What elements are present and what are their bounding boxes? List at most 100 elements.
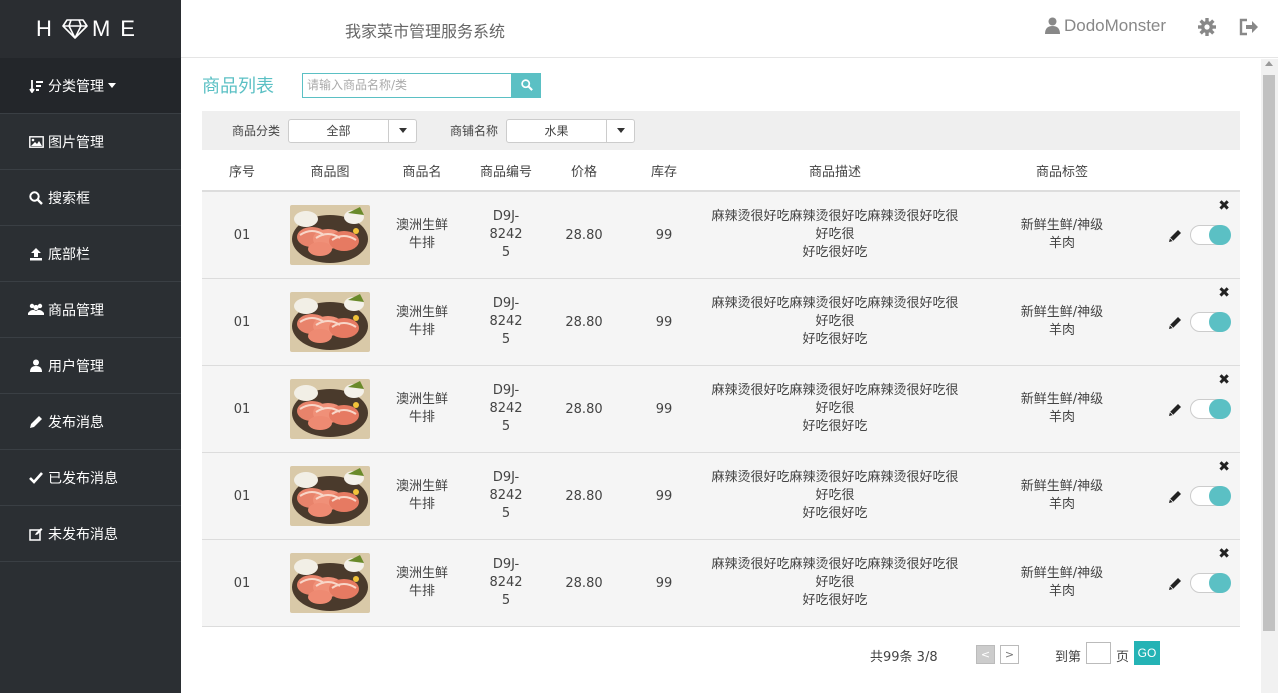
delete-icon[interactable]: ✖ [1218,285,1230,301]
scrollbar-thumb[interactable] [1263,75,1275,631]
column-header-actions [1160,150,1240,192]
filter-bar: 商品分类 全部 商铺名称 水果 [202,111,1240,150]
steak-image [290,379,370,439]
shop-select[interactable]: 水果 [506,118,636,143]
top-header: 我家菜市管理服务系统 DodoMonster [181,0,1278,58]
image-icon [28,134,44,150]
product-code: D9J- 8242 5 [489,557,523,608]
edit-icon [28,526,44,542]
enable-toggle[interactable] [1190,573,1231,593]
edit-pencil-icon[interactable] [1168,577,1182,595]
sidebar: H ME 分类管理 图片管理 搜索框 底部栏 商品管理 用户管理 发布消息 已发… [0,0,181,693]
sidebar-item-published[interactable]: 已发布消息 [0,450,181,506]
row-actions: ✖ [1160,191,1240,279]
goods-table: 序号 商品图 商品名 商品编号 价格 库存 商品描述 商品标签 01 澳洲生鲜 … [202,150,1240,627]
column-header: 价格 [546,150,622,192]
chevron-down-icon [606,119,634,142]
product-tag: 新鲜生鲜/神级 羊肉 [1020,479,1104,512]
sidebar-item-goods[interactable]: 商品管理 [0,282,181,338]
product-stock: 99 [655,401,673,417]
sidebar-item-label: 图片管理 [48,134,104,151]
delete-icon[interactable]: ✖ [1218,372,1230,388]
shop-select-value: 水果 [544,124,569,138]
toggle-knob [1209,486,1231,506]
sidebar-item-footer[interactable]: 底部栏 [0,226,181,282]
product-description: 麻辣烫很好吃麻辣烫很好吃麻辣烫很好吃很好吃很 好吃很好吃 [711,209,959,260]
brand-logo[interactable]: H ME [0,0,181,58]
row-index: 01 [233,227,251,243]
edit-pencil-icon[interactable] [1168,490,1182,508]
product-description: 麻辣烫很好吃麻辣烫很好吃麻辣烫很好吃很好吃很 好吃很好吃 [711,296,959,347]
edit-pencil-icon[interactable] [1168,229,1182,247]
sidebar-item-users[interactable]: 用户管理 [0,338,181,394]
upload-icon [28,246,44,262]
product-name: 澳洲生鲜 牛排 [395,218,448,251]
search-bar [302,72,541,98]
row-index: 01 [233,575,251,591]
next-page-button[interactable]: > [1000,645,1019,664]
logout-icon[interactable] [1239,18,1259,40]
pagination: 共99条 3/8 < > 到第 页 GO [202,639,1240,669]
enable-toggle[interactable] [1190,225,1231,245]
sidebar-item-label: 发布消息 [48,414,104,431]
pencil-icon [28,414,44,430]
table-row: 01 澳洲生鲜 牛排 D9J- 8242 5 28.80 99 麻辣烫很好吃麻辣… [202,365,1240,453]
sidebar-item-unpublished[interactable]: 未发布消息 [0,506,181,562]
sidebar-item-images[interactable]: 图片管理 [0,114,181,170]
sidebar-item-publish[interactable]: 发布消息 [0,394,181,450]
product-thumbnail [282,540,378,627]
enable-toggle[interactable] [1190,312,1231,332]
toggle-knob [1209,225,1231,245]
page-header: 商品列表 [202,59,1240,111]
search-icon [28,190,44,206]
check-icon [28,470,44,486]
search-icon [520,79,533,91]
delete-icon[interactable]: ✖ [1218,198,1230,214]
category-select[interactable]: 全部 [288,118,418,143]
category-filter-label: 商品分类 [232,124,281,138]
enable-toggle[interactable] [1190,486,1231,506]
go-button[interactable]: GO [1134,641,1160,665]
page-number-input[interactable] [1086,642,1111,664]
table-row: 01 澳洲生鲜 牛排 D9J- 8242 5 28.80 99 麻辣烫很好吃麻辣… [202,278,1240,366]
product-stock: 99 [655,575,673,591]
product-thumbnail [282,191,378,279]
product-name: 澳洲生鲜 牛排 [395,479,448,512]
user-menu[interactable]: DodoMonster [1045,16,1166,36]
product-name: 澳洲生鲜 牛排 [395,392,448,425]
edit-pencil-icon[interactable] [1168,403,1182,421]
delete-icon[interactable]: ✖ [1218,546,1230,562]
product-name: 澳洲生鲜 牛排 [395,305,448,338]
enable-toggle[interactable] [1190,399,1231,419]
product-code: D9J- 8242 5 [489,296,523,347]
column-header: 商品标签 [964,150,1160,192]
sidebar-item-label: 分类管理 [48,78,104,95]
sidebar-item-label: 搜索框 [48,190,90,207]
category-select-value: 全部 [326,124,351,138]
user-icon [28,358,44,374]
sidebar-item-category[interactable]: 分类管理 [0,58,181,114]
sidebar-item-searchbox[interactable]: 搜索框 [0,170,181,226]
delete-icon[interactable]: ✖ [1218,459,1230,475]
column-header: 商品名 [378,150,466,192]
sidebar-item-label: 用户管理 [48,358,104,375]
chevron-down-icon [388,119,416,142]
prev-page-button[interactable]: < [976,645,995,664]
table-row: 01 澳洲生鲜 牛排 D9J- 8242 5 28.80 99 麻辣烫很好吃麻辣… [202,191,1240,279]
product-tag: 新鲜生鲜/神级 羊肉 [1020,218,1104,251]
gear-icon[interactable] [1197,17,1217,41]
search-button[interactable] [512,72,541,98]
brand-right: ME [91,16,145,41]
product-price: 28.80 [565,401,603,417]
edit-pencil-icon[interactable] [1168,316,1182,334]
sidebar-item-label: 商品管理 [48,302,104,319]
sort-icon [28,78,44,94]
product-name: 澳洲生鲜 牛排 [395,566,448,599]
search-input[interactable] [302,72,512,98]
scrollbar[interactable] [1261,59,1278,693]
sidebar-item-label: 底部栏 [48,246,90,263]
product-stock: 99 [655,227,673,243]
goto-label: 到第 [1055,650,1082,665]
scroll-up-arrow[interactable] [1265,61,1273,66]
product-stock: 99 [655,488,673,504]
